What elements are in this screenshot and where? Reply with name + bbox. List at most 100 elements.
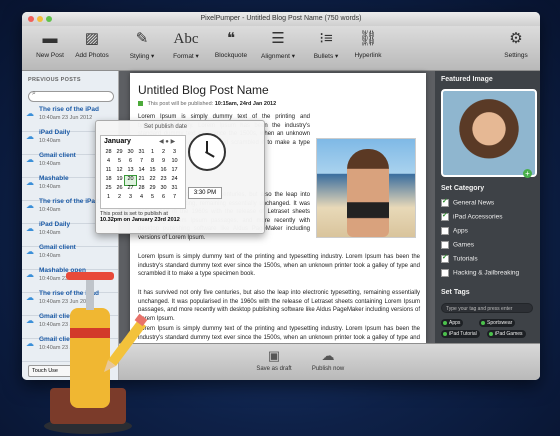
cloud-upload-icon: ☁ <box>321 348 335 363</box>
format-button[interactable]: Abc Format ▾ <box>168 29 204 60</box>
post-item-title: iPad Daily <box>39 129 71 136</box>
category-item[interactable]: Apps <box>441 227 468 235</box>
category-item[interactable]: Games <box>441 241 474 249</box>
calendar-day[interactable]: 15 <box>147 167 158 176</box>
publish-now-label: Publish now <box>311 366 345 372</box>
calendar-day[interactable]: 7 <box>169 194 180 203</box>
category-item[interactable]: General News <box>441 197 494 207</box>
calendar-day[interactable]: 4 <box>136 194 147 203</box>
bullets-button[interactable]: ⁝≡ Bullets ▾ <box>306 29 346 60</box>
calendar-day[interactable]: 25 <box>103 185 114 194</box>
calendar-day[interactable]: 23 <box>158 176 169 185</box>
calendar-day[interactable]: 6 <box>158 194 169 203</box>
post-item-date: 10:40am <box>39 230 61 236</box>
category-item[interactable]: iPad Accessories <box>441 211 503 221</box>
close-window-button[interactable] <box>28 16 34 22</box>
tag-input[interactable]: Type your tag and press enter <box>441 303 533 313</box>
paragraph[interactable]: Lorem Ipsum is simply dummy text of the … <box>138 253 420 279</box>
time-field[interactable]: 3:30 PM <box>188 187 222 199</box>
alignment-button[interactable]: ☰ Alignment ▾ <box>256 29 300 60</box>
publish-prefix: This post will be published: <box>147 101 214 107</box>
calendar-day[interactable]: 28 <box>103 149 114 158</box>
calendar-day[interactable]: 27 <box>125 185 136 194</box>
calendar-day[interactable]: 2 <box>114 194 125 203</box>
checkbox[interactable] <box>441 211 449 221</box>
settings-button[interactable]: ⚙ Settings <box>498 29 534 59</box>
styling-button[interactable]: ✎ Styling ▾ <box>122 29 162 60</box>
calendar-nav-buttons[interactable]: ◀ ● ▶ <box>159 138 175 145</box>
inline-photo[interactable] <box>316 138 416 238</box>
featured-image[interactable] <box>441 89 537 177</box>
calendar-day[interactable]: 7 <box>136 158 147 167</box>
calendar-day[interactable]: 14 <box>136 167 147 176</box>
publish-now-button[interactable]: ☁ Publish now <box>303 348 353 372</box>
calendar-day[interactable]: 11 <box>103 167 114 176</box>
checkbox[interactable] <box>441 197 449 207</box>
publish-date-popover: Set publish date January ◀ ● ▶ 28 29 30 31 1… <box>95 120 265 234</box>
post-item-date: 10:40am 23 Jun 2012 <box>39 115 93 121</box>
format-label: Format <box>173 53 194 60</box>
calendar-day[interactable]: 12 <box>114 167 125 176</box>
category-item[interactable]: Tutorials <box>441 253 478 263</box>
calendar-day[interactable]: 13 <box>125 167 136 176</box>
add-photos-button[interactable]: ▨ Add Photos <box>72 29 112 59</box>
calendar-day[interactable]: 1 <box>147 149 158 158</box>
post-title[interactable]: Untitled Blog Post Name <box>138 83 269 97</box>
save-draft-label: Save as draft <box>256 366 292 372</box>
add-photos-label: Add Photos <box>75 52 109 59</box>
tag-chip[interactable]: iPad Games <box>487 330 526 338</box>
bullets-label: Bullets <box>313 53 334 60</box>
tag-chip[interactable]: Apps <box>441 319 464 327</box>
calendar-day[interactable]: 31 <box>169 185 180 194</box>
calendar-day[interactable]: 18 <box>103 176 114 185</box>
calendar-day[interactable]: 16 <box>158 167 169 176</box>
calendar-day[interactable]: 4 <box>103 158 114 167</box>
blockquote-label: Blockquote <box>214 52 248 59</box>
minimize-window-button[interactable] <box>37 16 43 22</box>
calendar-day[interactable]: 22 <box>147 176 158 185</box>
calendar-day[interactable]: 6 <box>125 158 136 167</box>
calendar: January ◀ ● ▶ 28 29 30 31 1 2 3 4 5 6 7 8 9 10 11 12 13 1… <box>100 135 186 209</box>
calendar-day[interactable]: 30 <box>125 149 136 158</box>
checkbox[interactable] <box>441 269 449 277</box>
calendar-day[interactable]: 20 <box>124 175 137 186</box>
add-image-button[interactable]: + <box>523 169 532 178</box>
blockquote-button[interactable]: ❝ Blockquote <box>210 29 252 59</box>
calendar-day[interactable]: 26 <box>114 185 125 194</box>
tag-chip[interactable]: iPad Tutorial <box>441 330 480 338</box>
calendar-day[interactable]: 2 <box>158 149 169 158</box>
calendar-day[interactable]: 21 <box>136 176 147 185</box>
hyperlink-button[interactable]: ⛓ Hyperlink <box>348 29 388 59</box>
category-item[interactable]: Hacking & Jailbreaking <box>441 269 519 277</box>
calendar-day[interactable]: 29 <box>147 185 158 194</box>
checkbox[interactable] <box>441 241 449 249</box>
zoom-window-button[interactable] <box>46 16 52 22</box>
calendar-day[interactable]: 31 <box>136 149 147 158</box>
calendar-day[interactable]: 19 <box>114 176 125 185</box>
save-draft-button[interactable]: ▣ Save as draft <box>249 348 299 372</box>
calendar-day[interactable]: 9 <box>158 158 169 167</box>
paragraph[interactable]: Lorem Ipsum is simply dummy text of the … <box>138 325 420 343</box>
tag-chip[interactable]: Sportswear <box>479 319 516 327</box>
paragraph[interactable]: It has survived not only five centuries,… <box>138 289 420 323</box>
search-input[interactable]: ⌕ <box>28 90 114 102</box>
calendar-day[interactable]: 24 <box>169 176 180 185</box>
publish-date: 10:15am, 24rd Jan 2012 <box>214 101 277 107</box>
calendar-day[interactable]: 17 <box>169 167 180 176</box>
calendar-day[interactable]: 30 <box>158 185 169 194</box>
calendar-day[interactable]: 28 <box>136 185 147 194</box>
calendar-day[interactable]: 29 <box>114 149 125 158</box>
checkbox[interactable] <box>441 253 449 263</box>
calendar-day[interactable]: 8 <box>147 158 158 167</box>
search-icon: ⌕ <box>32 90 36 97</box>
calendar-day[interactable]: 10 <box>169 158 180 167</box>
calendar-day[interactable]: 3 <box>125 194 136 203</box>
calendar-day[interactable]: 3 <box>169 149 180 158</box>
calendar-day[interactable]: 5 <box>147 194 158 203</box>
post-item-title: iPad Daily <box>39 221 71 228</box>
blockquote-icon: ❝ <box>226 30 236 47</box>
calendar-day[interactable]: 5 <box>114 158 125 167</box>
new-post-button[interactable]: ▬ New Post <box>32 29 68 59</box>
checkbox[interactable] <box>441 227 449 235</box>
calendar-day[interactable]: 1 <box>103 194 114 203</box>
